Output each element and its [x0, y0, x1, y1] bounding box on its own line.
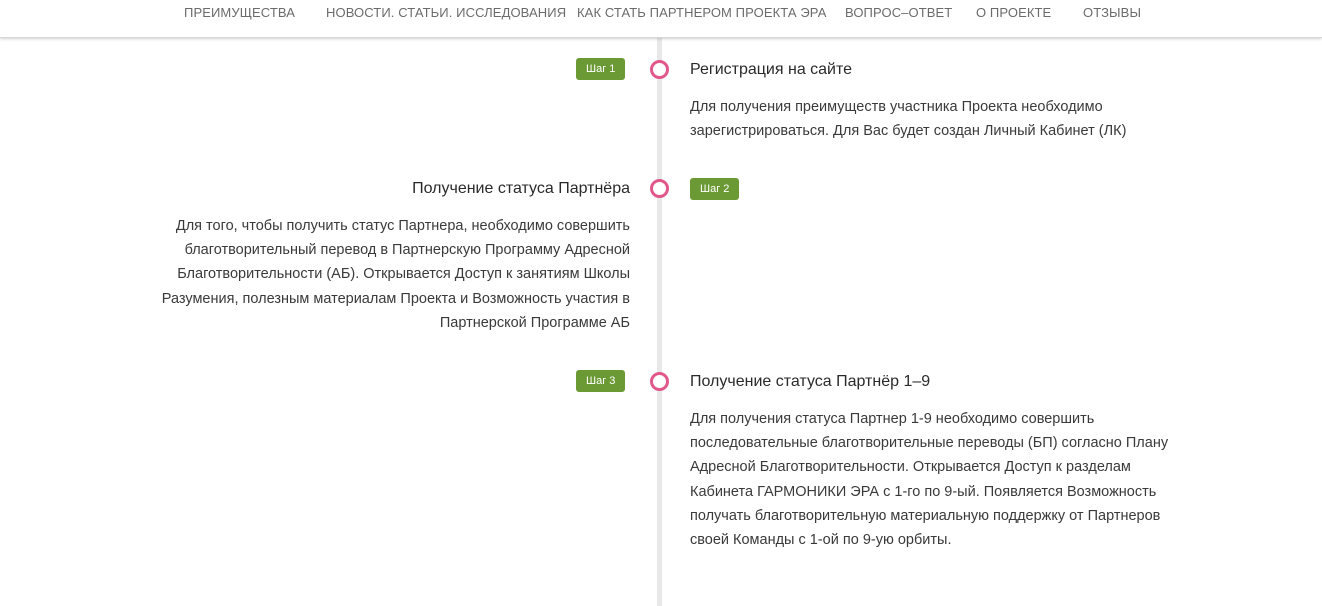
step-text-line: получать благотворительную материальную … [690, 507, 1161, 524]
nav-item-how-to-become-partner[interactable]: КАК СТАТЬ ПАРТНЕРОМ ПРОЕКТА ЭРА [577, 5, 826, 20]
step-text-2: Для того, чтобы получить статус Партнера… [90, 214, 630, 335]
nav-item-advantages[interactable]: ПРЕИМУЩЕСТВА [184, 5, 295, 20]
step-title-2: Получение статуса Партнёра [412, 180, 630, 197]
step-text-3: Для получения статуса Партнер 1-9 необхо… [690, 407, 1270, 552]
timeline-dot-1 [650, 60, 669, 79]
step-text-line: Для того, чтобы получить статус Партнера… [175, 218, 630, 234]
step-text-line: Благотворительности (АБ). Открывается До… [177, 266, 630, 283]
step-text-line: Адресной Благотворительности. Открываетс… [690, 459, 1131, 476]
nav-item-faq[interactable]: ВОПРОС–ОТВЕТ [845, 5, 952, 20]
nav-item-about[interactable]: О ПРОЕКТЕ [976, 5, 1051, 20]
step-text-line: последовательные благотворительные перев… [690, 435, 1169, 452]
step-badge-1: Шаг 1 [576, 58, 626, 80]
top-navigation: ПРЕИМУЩЕСТВА НОВОСТИ. СТАТЬИ. ИССЛЕДОВАН… [0, 0, 1322, 38]
step-text-line: своей Команды с 1-ой по 9-ую орбиты. [690, 532, 952, 549]
step-title-1: Регистрация на сайте [690, 61, 853, 78]
step-text-line: зарегистрироваться. Для Вас будет создан… [690, 123, 1127, 140]
step-badge-3: Шаг 3 [576, 370, 626, 392]
step-text-line: Для получения статуса Партнер 1-9 необхо… [690, 411, 1095, 427]
timeline-dot-2 [650, 179, 669, 198]
step-title-3: Получение статуса Партнёр 1–9 [690, 373, 931, 390]
step-text-line: Кабинета ГАРМОНИКИ ЭРА с 1-го по 9-ый. П… [690, 483, 1157, 500]
step-badge-2: Шаг 2 [690, 178, 740, 200]
nav-item-reviews[interactable]: ОТЗЫВЫ [1083, 5, 1141, 20]
step-text-line: Для получения преимуществ участника Прое… [690, 99, 1103, 115]
step-text-1: Для получения преимуществ участника Прое… [690, 95, 1250, 143]
timeline-line [657, 38, 662, 606]
step-text-line: Партнерской Программе АБ [439, 314, 630, 331]
step-text-line: Разумения, полезным материалам Проекта и… [161, 290, 630, 307]
nav-item-news[interactable]: НОВОСТИ. СТАТЬИ. ИССЛЕДОВАНИЯ [326, 5, 566, 20]
timeline-dot-3 [650, 372, 669, 391]
step-text-line: благотворительный перевод в Партнерскую … [184, 242, 630, 259]
